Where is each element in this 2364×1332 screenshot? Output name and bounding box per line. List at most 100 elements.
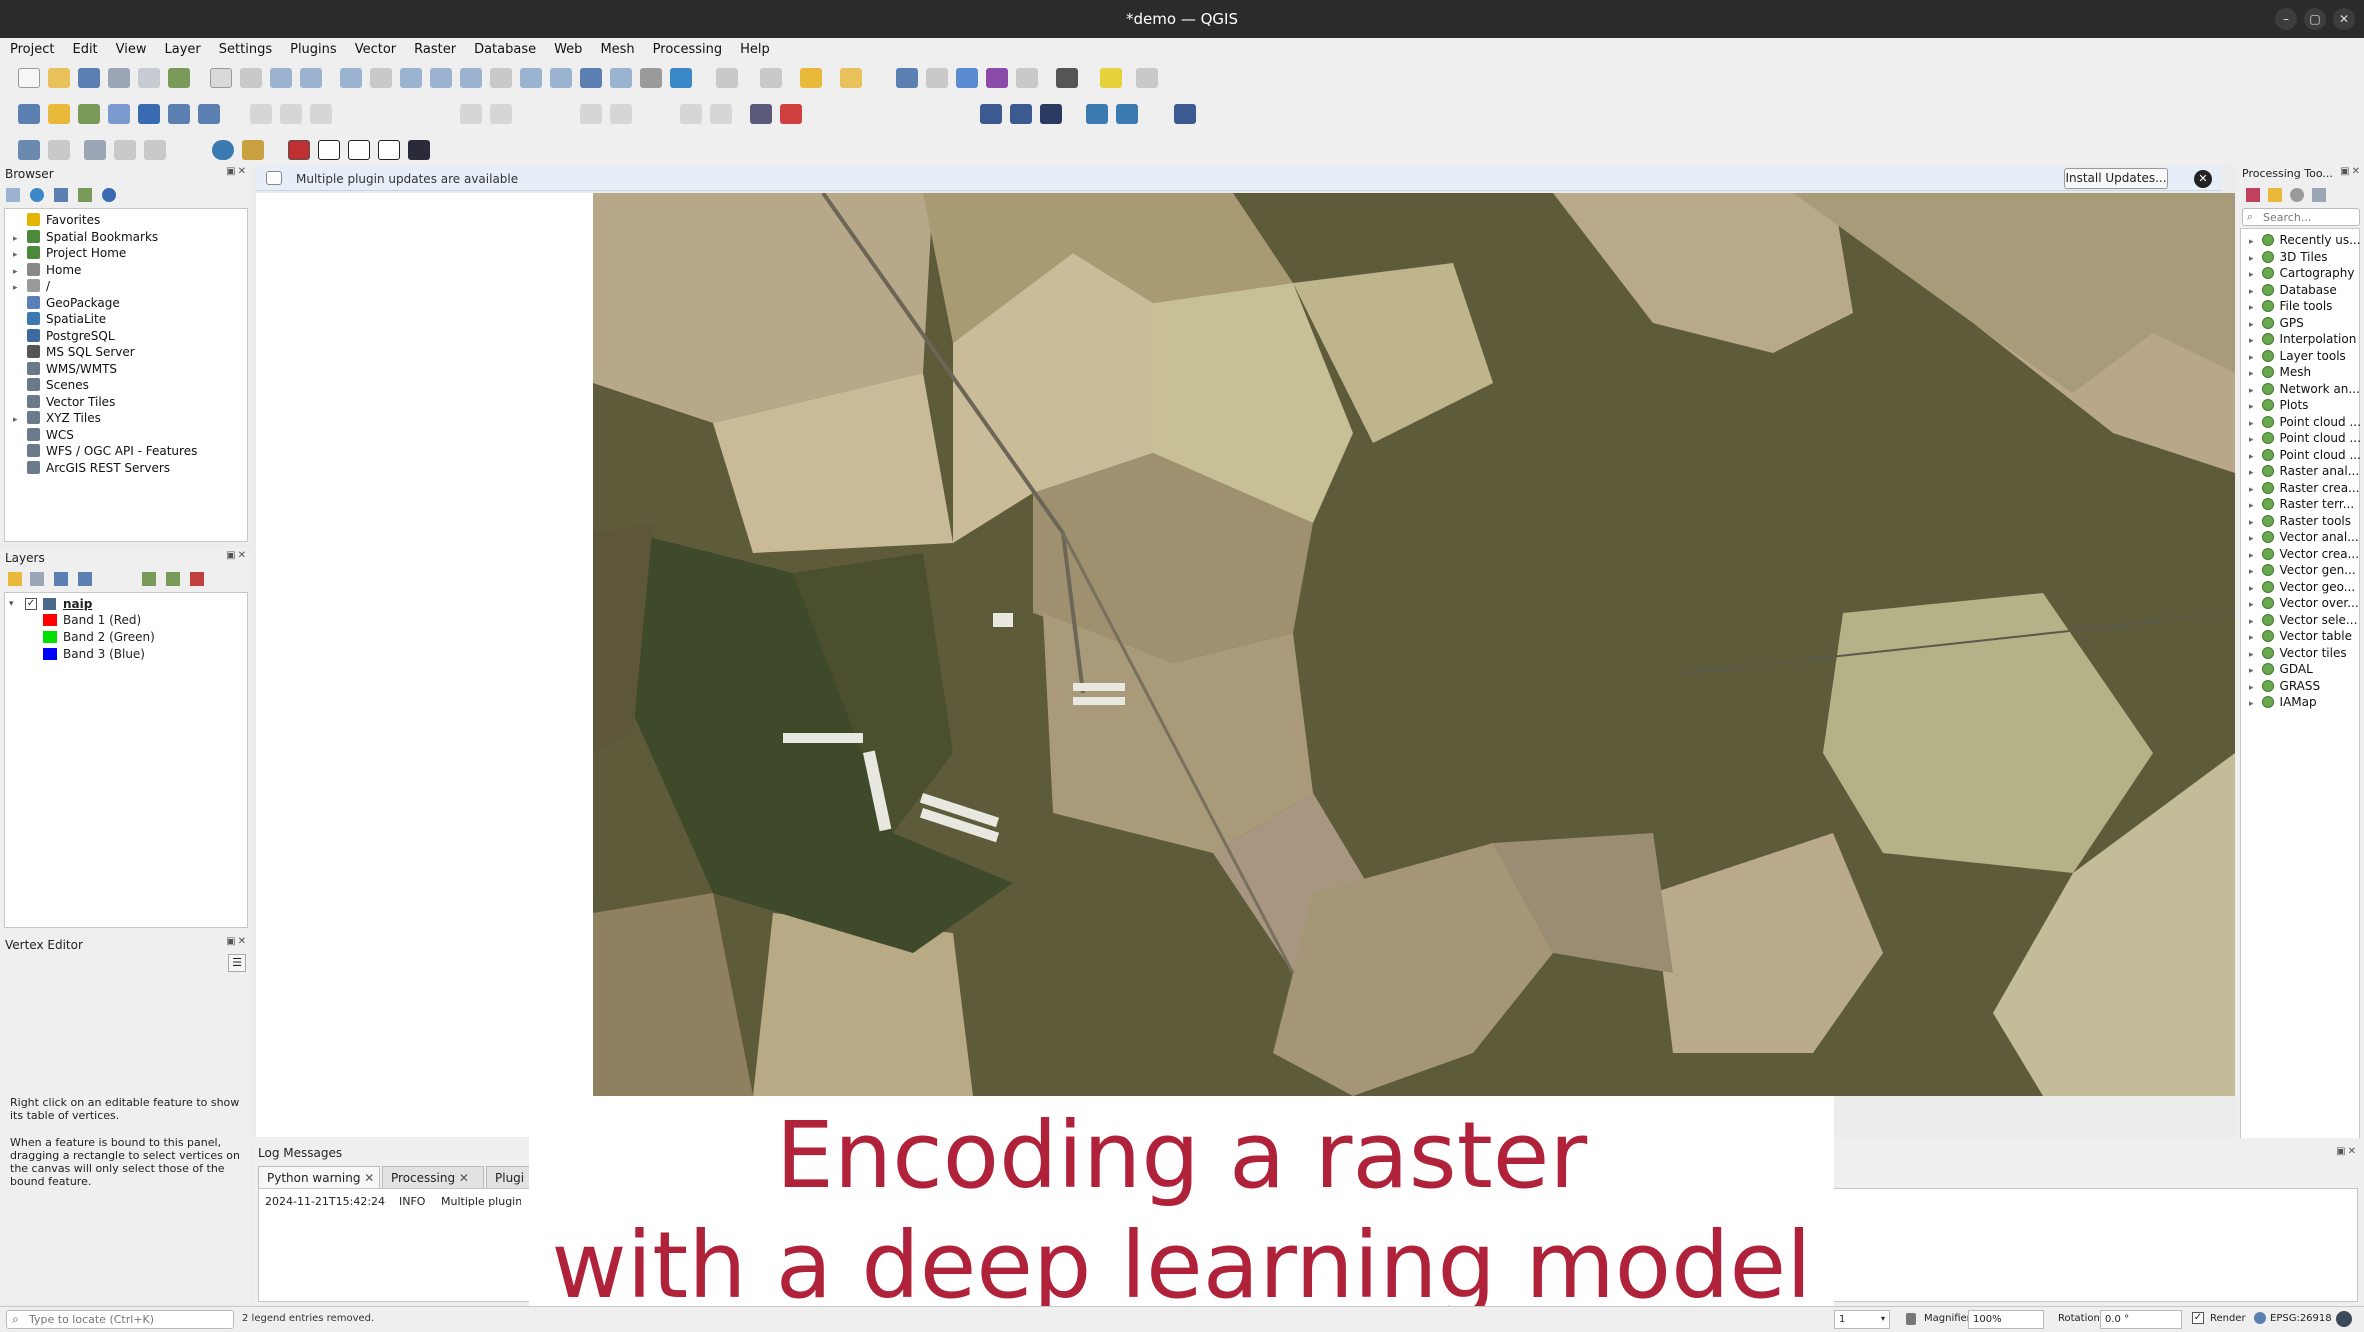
menu-processing[interactable]: Processing xyxy=(643,38,730,57)
rotation-spinbox[interactable]: 0.0 ° xyxy=(2100,1310,2182,1329)
tab-processing[interactable]: Processing ✕ xyxy=(382,1166,484,1188)
scale-combo[interactable]: 1 ▾ xyxy=(1834,1310,1890,1329)
python-console-icon[interactable] xyxy=(1086,104,1108,124)
toolbox-icon[interactable] xyxy=(956,68,978,88)
save-edits-icon[interactable] xyxy=(310,104,332,124)
browser-item[interactable]: PostgreSQL xyxy=(13,328,115,345)
data-source-manager-icon[interactable] xyxy=(18,104,40,124)
expand-arrow-icon[interactable]: ▸ xyxy=(2249,386,2254,396)
info-icon[interactable] xyxy=(212,140,234,160)
expand-arrow-icon[interactable]: ▸ xyxy=(2249,567,2254,577)
layer-name[interactable]: naip xyxy=(63,597,92,611)
select-location-icon[interactable] xyxy=(840,68,862,88)
menu-database[interactable]: Database xyxy=(464,38,544,57)
menu-layer[interactable]: Layer xyxy=(155,38,209,57)
add-group-icon[interactable] xyxy=(30,572,44,586)
processing-provider-item[interactable]: ▸ Raster crea... xyxy=(2249,481,2360,497)
menu-vector[interactable]: Vector xyxy=(345,38,404,57)
identify-icon[interactable] xyxy=(896,68,918,88)
expand-all-icon[interactable] xyxy=(142,572,156,586)
new-shapefile-icon[interactable] xyxy=(78,104,100,124)
label-pin-icon[interactable] xyxy=(710,104,732,124)
browser-item[interactable]: ▸ Project Home xyxy=(13,246,126,262)
expand-arrow-icon[interactable]: ▸ xyxy=(2249,452,2254,462)
zoom-last-icon[interactable] xyxy=(460,68,482,88)
show-bookmarks-icon[interactable] xyxy=(610,68,632,88)
zoom-in-icon[interactable] xyxy=(270,68,292,88)
expand-arrow-icon[interactable]: ▸ xyxy=(2249,254,2254,264)
open-project-icon[interactable] xyxy=(48,68,70,88)
browser-item[interactable]: ▸ / xyxy=(13,279,50,295)
expand-arrow-icon[interactable]: ▸ xyxy=(2249,353,2254,363)
statistics-icon[interactable] xyxy=(986,68,1008,88)
expand-arrow-icon[interactable]: ▸ xyxy=(2249,320,2254,330)
redo-icon[interactable] xyxy=(610,104,632,124)
processing-provider-item[interactable]: ▸ IAMap xyxy=(2249,695,2317,711)
new-project-icon[interactable] xyxy=(18,68,40,88)
layer-styling-icon[interactable] xyxy=(8,572,22,586)
pan-to-selection-icon[interactable] xyxy=(240,68,262,88)
collapse-all-icon[interactable] xyxy=(78,188,92,202)
browser-item[interactable]: WCS xyxy=(13,427,74,444)
metasearch-icon[interactable] xyxy=(980,104,1002,124)
browser-item[interactable]: ArcGIS REST Servers xyxy=(13,460,170,477)
expand-arrow-icon[interactable]: ▸ xyxy=(13,283,23,293)
style-manager-icon[interactable] xyxy=(168,68,190,88)
map-canvas[interactable] xyxy=(593,193,2235,1096)
expand-arrow-icon[interactable]: ▸ xyxy=(13,415,23,425)
expand-arrow-icon[interactable]: ▸ xyxy=(2249,369,2254,379)
processing-provider-item[interactable]: ▸ Point cloud ... xyxy=(2249,431,2361,447)
visibility-icon[interactable] xyxy=(54,572,68,586)
diagram-icon[interactable] xyxy=(750,104,772,124)
osm-icon[interactable] xyxy=(1010,104,1032,124)
measure-icon[interactable] xyxy=(1056,68,1078,88)
processing-provider-item[interactable]: ▸ Raster tools xyxy=(2249,514,2351,530)
browser-item[interactable]: WMS/WMTS xyxy=(13,361,117,378)
browser-item[interactable]: Favorites xyxy=(13,213,100,229)
annotation-icon[interactable] xyxy=(1100,68,1122,88)
expand-arrow-icon[interactable]: ▸ xyxy=(2249,584,2254,594)
new-spatialite-icon[interactable] xyxy=(108,104,130,124)
processing-provider-item[interactable]: ▸ Plots xyxy=(2249,398,2308,414)
tools-icon[interactable] xyxy=(242,140,264,160)
menu-raster[interactable]: Raster xyxy=(404,38,464,57)
close-window-button[interactable]: ✕ xyxy=(2333,8,2355,30)
layers-dock-buttons[interactable]: ▣✕ xyxy=(226,550,248,561)
add-selected-icon[interactable] xyxy=(6,188,20,202)
processing-provider-item[interactable]: ▸ Raster anal... xyxy=(2249,464,2359,480)
expand-arrow-icon[interactable]: ▸ xyxy=(2249,501,2254,511)
expand-arrow-icon[interactable]: ▸ xyxy=(2249,617,2254,627)
zoom-native-icon[interactable] xyxy=(430,68,452,88)
log-dock-buttons[interactable]: ▣✕ xyxy=(2336,1146,2358,1157)
processing-provider-item[interactable]: ▸ Cartography xyxy=(2249,266,2354,282)
expand-arrow-icon[interactable]: ▸ xyxy=(2249,435,2254,445)
map-tips-icon[interactable] xyxy=(1136,68,1158,88)
iamap-projection-icon[interactable] xyxy=(318,140,340,160)
attribute-table-icon[interactable] xyxy=(926,68,948,88)
iamap-cluster-icon[interactable] xyxy=(348,140,370,160)
save-as-icon[interactable] xyxy=(108,68,130,88)
menu-help[interactable]: Help xyxy=(730,38,778,57)
new-temp-layer-icon[interactable] xyxy=(138,104,160,124)
browser-item[interactable]: WFS / OGC API - Features xyxy=(13,444,197,460)
field-calculator-icon[interactable] xyxy=(1016,68,1038,88)
processing-provider-item[interactable]: ▸ Network an... xyxy=(2249,382,2360,398)
select-feature-icon[interactable] xyxy=(716,68,738,88)
crs-label[interactable]: EPSG:26918 xyxy=(2270,1313,2332,1324)
digitize-icon[interactable] xyxy=(280,104,302,124)
vertex-editor-menu-button[interactable]: ☰ xyxy=(228,954,246,972)
select-value-icon[interactable] xyxy=(760,68,782,88)
menu-settings[interactable]: Settings xyxy=(209,38,280,57)
locator-input[interactable]: ⌕ Type to locate (Ctrl+K) xyxy=(6,1310,234,1329)
processing-provider-item[interactable]: ▸ Vector anal... xyxy=(2249,530,2359,546)
close-notice-icon[interactable]: ✕ xyxy=(2194,170,2212,188)
processing-provider-item[interactable]: ▸ Vector crea... xyxy=(2249,547,2359,563)
expand-arrow-icon[interactable]: ▸ xyxy=(13,250,23,260)
processing-provider-item[interactable]: ▸ 3D Tiles xyxy=(2249,250,2327,266)
expand-arrow-icon[interactable]: ▸ xyxy=(2249,666,2254,676)
snapping-icon[interactable] xyxy=(48,140,70,160)
processing-provider-item[interactable]: ▸ GPS xyxy=(2249,316,2304,332)
browser-item[interactable]: MS SQL Server xyxy=(13,345,135,361)
minimize-button[interactable]: – xyxy=(2275,8,2297,30)
tab-python-warning[interactable]: Python warning ✕ xyxy=(258,1166,380,1188)
